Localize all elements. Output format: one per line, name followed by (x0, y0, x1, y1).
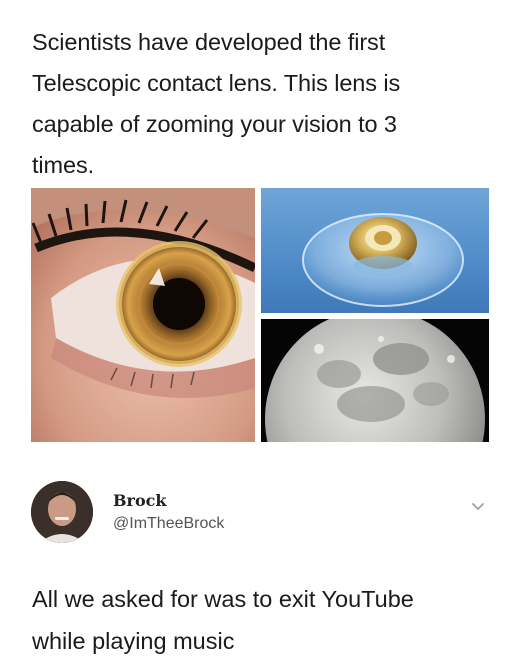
eye-with-lens-photo[interactable] (31, 188, 255, 442)
tweet-text: All we asked for was to exit YouTube whi… (32, 586, 414, 654)
moon-photo[interactable] (261, 319, 489, 442)
avatar-photo (31, 481, 93, 543)
user-name[interactable]: Brock (113, 491, 166, 510)
post-card: Scientists have developed the first Tele… (0, 0, 520, 669)
lens-illustration (302, 213, 464, 307)
user-handle[interactable]: @ImTheeBrock (113, 515, 224, 533)
post-caption: Scientists have developed the first Tele… (32, 29, 401, 178)
image-grid (31, 188, 489, 442)
eye-illustration (31, 188, 255, 442)
avatar[interactable] (31, 481, 93, 543)
chevron-down-icon[interactable] (470, 500, 486, 512)
moon-illustration (261, 319, 489, 442)
telescopic-contact-lens-photo[interactable] (261, 188, 489, 313)
